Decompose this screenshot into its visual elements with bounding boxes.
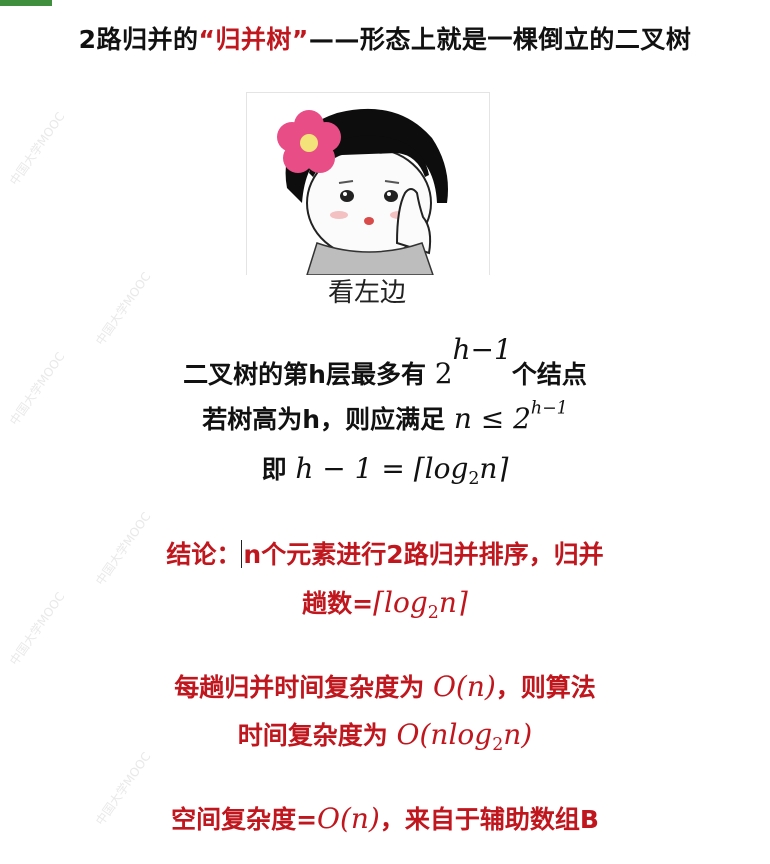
conclusion-line-2: 趟数=⌈log2n⌉ <box>0 584 770 622</box>
math-subscript: 2 <box>492 735 504 756</box>
space-tail: ，来自于辅助数组B <box>379 805 599 834</box>
complexity-tail: ，则算法 <box>495 673 596 702</box>
slide-tab-marker <box>0 0 52 6</box>
complexity-text: 时间复杂度为 <box>237 721 388 750</box>
watermark: 中国大学MOOC <box>6 109 68 188</box>
fact-text: 若树高为h，则应满足 <box>202 405 446 434</box>
title-prefix: 2路归并的 <box>78 25 199 54</box>
math-expression: ⌈log2n⌉ <box>373 586 468 622</box>
math-expression: O(nlog2n) <box>396 718 533 754</box>
conclusion-label: 结论： <box>166 540 242 569</box>
math-base: 2 <box>434 356 453 390</box>
math-expression: O(n) <box>317 802 380 835</box>
title-suffix: ——形态上就是一棵倒立的二叉树 <box>308 25 692 54</box>
conclusion-text: 趟数= <box>302 589 374 618</box>
math-right: n⌉ <box>479 452 509 485</box>
fact-line-1: 二叉树的第h层最多有 2h−1个结点 <box>0 336 770 391</box>
complexity-line-2: 时间复杂度为 O(nlog2n) <box>0 716 770 754</box>
math-subscript: 2 <box>468 469 480 490</box>
math-inequality: n ≤ 2 <box>453 402 531 435</box>
math-left: O(nlog <box>396 718 493 751</box>
fact-line-3: 即 h − 1 = ⌈log2n⌉ <box>0 450 770 488</box>
title-highlight: “归并树” <box>198 25 309 54</box>
math-right: n⌉ <box>438 586 468 619</box>
math-right: n) <box>503 718 533 751</box>
math-left: ⌈log <box>373 586 428 619</box>
math-exponent: h−1 <box>452 333 512 366</box>
girl-pointing-icon <box>277 108 448 275</box>
slide-title: 2路归并的“归并树”——形态上就是一棵倒立的二叉树 <box>0 20 770 56</box>
math-subscript: 2 <box>427 603 439 624</box>
conclusion-text: n个元素进行2路归并排序，归并 <box>243 540 604 569</box>
complexity-text: 每趟归并时间复杂度为 <box>174 673 425 702</box>
meme-caption: 看左边 <box>327 278 406 308</box>
fact-text: 二叉树的第h层最多有 <box>183 359 426 389</box>
math-expression: h − 1 = ⌈log2n⌉ <box>295 452 509 488</box>
space-complexity-line: 空间复杂度=O(n)，来自于辅助数组B <box>0 800 770 836</box>
space-text: 空间复杂度= <box>171 805 318 834</box>
math-expression: 2h−1 <box>434 336 512 390</box>
fact-text: 即 <box>261 455 287 484</box>
math-left: h − 1 = ⌈log <box>295 452 469 485</box>
math-exponent: h−1 <box>530 398 568 419</box>
fact-line-2: 若树高为h，则应满足 n ≤ 2h−1 <box>0 400 770 436</box>
math-expression: O(n) <box>432 670 496 703</box>
math-expression: n ≤ 2h−1 <box>453 400 568 435</box>
complexity-line-1: 每趟归并时间复杂度为 O(n)，则算法 <box>0 668 770 704</box>
meme-image <box>246 92 490 275</box>
watermark: 中国大学MOOC <box>92 269 154 348</box>
fact-tail: 个结点 <box>511 359 587 389</box>
conclusion-line-1: 结论：n个元素进行2路归并排序，归并 <box>0 535 770 571</box>
